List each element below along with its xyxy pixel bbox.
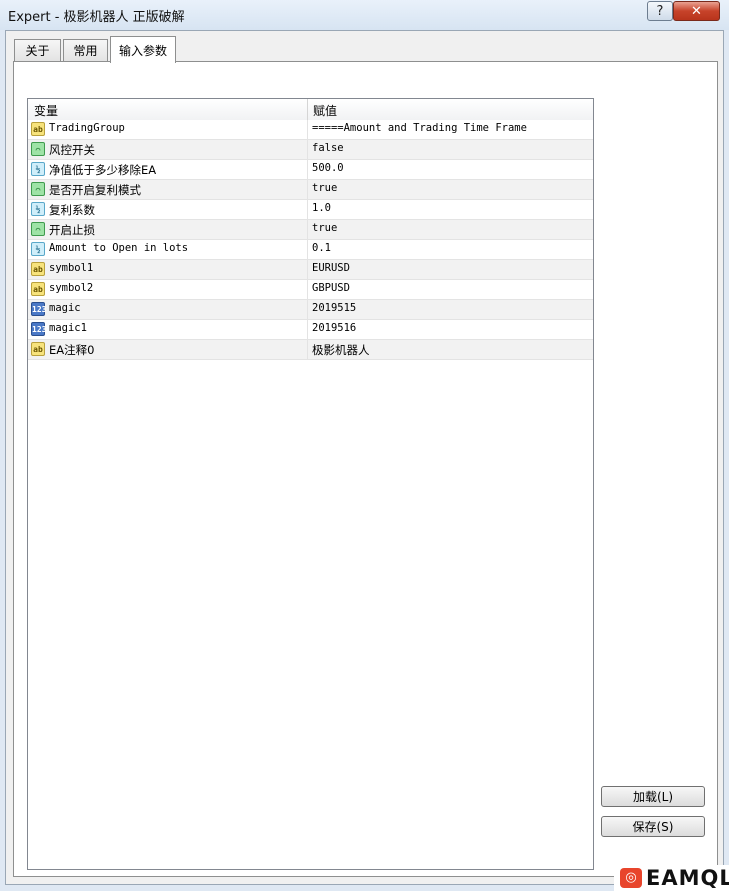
string-type-icon: ab bbox=[31, 282, 45, 296]
parameter-row[interactable]: ab symbol1 EURUSD bbox=[28, 260, 593, 280]
column-header-value[interactable]: 赋值 bbox=[313, 102, 337, 119]
double-type-icon: ½ bbox=[31, 202, 45, 216]
value-cell[interactable]: =====Amount and Trading Time Frame bbox=[312, 122, 527, 134]
parameter-row[interactable]: ab EA注释0 极影机器人 bbox=[28, 340, 593, 360]
variable-cell: ab symbol1 bbox=[28, 260, 308, 279]
string-type-icon: ab bbox=[31, 342, 45, 356]
string-type-icon: ab bbox=[31, 122, 45, 136]
eamql-logo-text: EAMQL bbox=[646, 866, 729, 890]
eamql-logo-icon: ◎ bbox=[620, 868, 642, 888]
parameter-row[interactable]: 123 magic 2019515 bbox=[28, 300, 593, 320]
bool-type-icon: ⌒ bbox=[31, 222, 45, 236]
value-cell[interactable]: 2019515 bbox=[312, 302, 356, 314]
parameter-row[interactable]: 123 magic1 2019516 bbox=[28, 320, 593, 340]
int-type-icon: 123 bbox=[31, 322, 46, 336]
variable-cell: ab TradingGroup bbox=[28, 120, 308, 139]
load-button[interactable]: 加载(L) bbox=[601, 786, 705, 807]
variable-name: 复利系数 bbox=[49, 203, 95, 217]
tab-common[interactable]: 常用 bbox=[63, 39, 108, 61]
title-bar[interactable]: Expert - 极影机器人 正版破解 ? ✕ bbox=[0, 0, 729, 30]
variable-cell: ⌒ 是否开启复利模式 bbox=[28, 180, 308, 199]
variable-cell: ab symbol2 bbox=[28, 280, 308, 299]
value-cell[interactable]: 500.0 bbox=[312, 162, 344, 174]
parameter-row[interactable]: ab TradingGroup =====Amount and Trading Ti… bbox=[28, 120, 593, 140]
variable-name: 开启止损 bbox=[49, 223, 95, 237]
inputs-tab-panel: 变量 赋值 ab TradingGroup =====Amount and Trad… bbox=[13, 61, 718, 877]
value-cell[interactable]: true bbox=[312, 222, 337, 234]
tab-about[interactable]: 关于 bbox=[14, 39, 61, 61]
variable-cell: ½ Amount to Open in lots bbox=[28, 240, 308, 259]
bool-type-icon: ⌒ bbox=[31, 182, 45, 196]
window-title: Expert - 极影机器人 正版破解 bbox=[8, 10, 185, 25]
value-cell[interactable]: EURUSD bbox=[312, 262, 350, 274]
value-cell[interactable]: GBPUSD bbox=[312, 282, 350, 294]
variable-name: 风控开关 bbox=[49, 143, 95, 157]
variable-name: Amount to Open in lots bbox=[49, 242, 189, 254]
variable-name: symbol1 bbox=[49, 262, 94, 274]
value-cell[interactable]: 2019516 bbox=[312, 322, 356, 334]
parameter-row[interactable]: ⌒ 开启止损 true bbox=[28, 220, 593, 240]
parameters-grid[interactable]: 变量 赋值 ab TradingGroup =====Amount and Trad… bbox=[27, 98, 594, 870]
save-button[interactable]: 保存(S) bbox=[601, 816, 705, 837]
close-button[interactable]: ✕ bbox=[673, 1, 720, 21]
double-type-icon: ½ bbox=[31, 162, 45, 176]
bool-type-icon: ⌒ bbox=[31, 142, 45, 156]
variable-cell: 123 magic1 bbox=[28, 320, 308, 339]
variable-name: magic bbox=[49, 302, 81, 314]
grid-header: 变量 赋值 bbox=[28, 99, 593, 121]
double-type-icon: ½ bbox=[31, 242, 45, 256]
help-button[interactable]: ? bbox=[647, 1, 673, 21]
variable-name: 净值低于多少移除EA bbox=[49, 163, 157, 177]
value-cell[interactable]: false bbox=[312, 142, 344, 154]
variable-cell: ⌒ 开启止损 bbox=[28, 220, 308, 239]
parameter-row[interactable]: ½ Amount to Open in lots 0.1 bbox=[28, 240, 593, 260]
parameter-row[interactable]: ⌒ 是否开启复利模式 true bbox=[28, 180, 593, 200]
value-cell[interactable]: 1.0 bbox=[312, 202, 331, 214]
string-type-icon: ab bbox=[31, 262, 45, 276]
variable-cell: ½ 净值低于多少移除EA bbox=[28, 160, 308, 179]
variable-name: TradingGroup bbox=[49, 122, 125, 134]
value-cell[interactable]: 0.1 bbox=[312, 242, 331, 254]
column-separator[interactable] bbox=[307, 99, 308, 120]
variable-cell: ab EA注释0 bbox=[28, 340, 308, 359]
variable-cell: ½ 复利系数 bbox=[28, 200, 308, 219]
int-type-icon: 123 bbox=[31, 302, 46, 316]
variable-name: 是否开启复利模式 bbox=[49, 183, 141, 197]
variable-name: magic1 bbox=[49, 322, 87, 334]
variable-cell: 123 magic bbox=[28, 300, 308, 319]
parameter-row[interactable]: ab symbol2 GBPUSD bbox=[28, 280, 593, 300]
tab-inputs[interactable]: 输入参数 bbox=[110, 36, 176, 63]
column-header-variable[interactable]: 变量 bbox=[34, 102, 58, 119]
variable-name: symbol2 bbox=[49, 282, 94, 294]
variable-name: EA注释0 bbox=[49, 343, 95, 357]
value-cell[interactable]: 极影机器人 bbox=[312, 342, 370, 358]
parameter-row[interactable]: ½ 净值低于多少移除EA 500.0 bbox=[28, 160, 593, 180]
parameter-row[interactable]: ½ 复利系数 1.0 bbox=[28, 200, 593, 220]
parameter-row[interactable]: ⌒ 风控开关 false bbox=[28, 140, 593, 160]
eamql-watermark: ◎ EAMQL bbox=[614, 865, 729, 891]
variable-cell: ⌒ 风控开关 bbox=[28, 140, 308, 159]
dialog-client-area: 关于 常用 输入参数 变量 赋值 ab TradingGroup =====Amou… bbox=[5, 30, 724, 885]
value-cell[interactable]: true bbox=[312, 182, 337, 194]
expert-properties-window: Expert - 极影机器人 正版破解 ? ✕ 关于 常用 输入参数 变量 赋值… bbox=[0, 0, 729, 891]
